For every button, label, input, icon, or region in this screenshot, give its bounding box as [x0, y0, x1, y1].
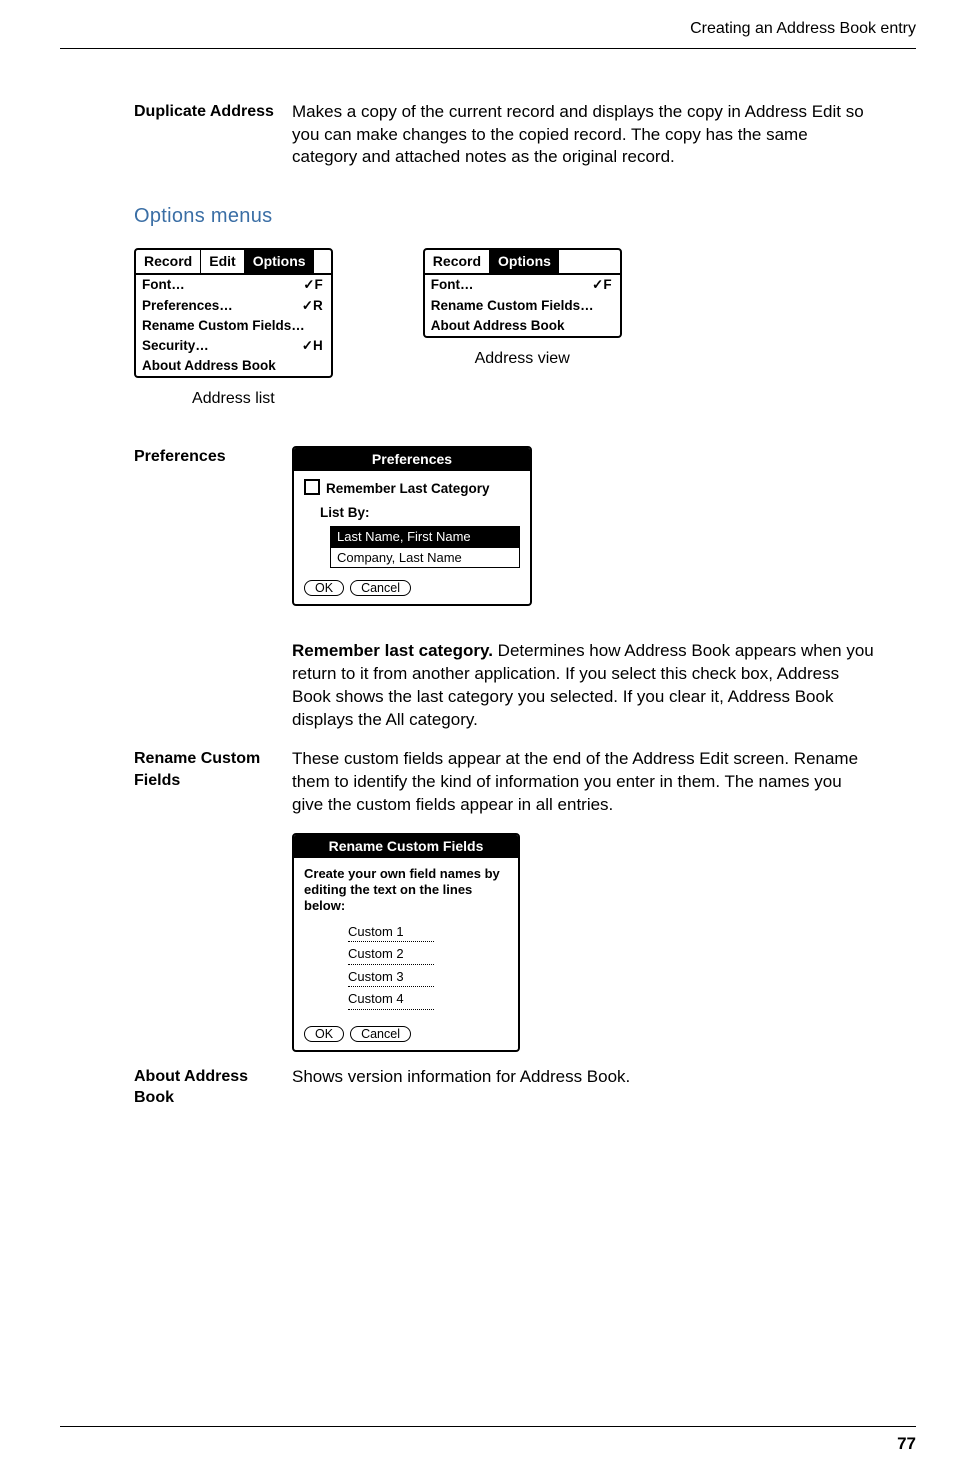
about-address-book-term: About Address Book — [134, 1066, 292, 1109]
menu-item-about-address-book[interactable]: About Address Book — [136, 356, 331, 376]
address-view-dropdown: Font… ✓F Rename Custom Fields… About Add… — [425, 273, 620, 336]
list-by-label: List By: — [320, 504, 520, 522]
menu-item-rename-custom-fields[interactable]: Rename Custom Fields… — [425, 296, 620, 316]
remember-last-category-checkbox[interactable] — [304, 479, 320, 495]
options-menus-figures: Record Edit Options Font… ✓F Preferences… — [134, 248, 874, 410]
remember-last-category-row: Remember last category. Determines how A… — [134, 640, 874, 732]
menu-options[interactable]: Options — [490, 250, 559, 273]
shortcut-stroke-icon: ✓ — [302, 298, 313, 313]
running-header: Creating an Address Book entry — [60, 18, 916, 49]
address-list-menubar: Record Edit Options Font… ✓F Preferences… — [134, 248, 333, 378]
rename-custom-fields-dialog: Rename Custom Fields Create your own fie… — [292, 833, 520, 1052]
rename-dialog-title: Rename Custom Fields — [294, 835, 518, 858]
address-view-menu-figure: Record Options Font… ✓F Rename Custom Fi… — [423, 248, 622, 410]
address-view-caption: Address view — [475, 348, 570, 370]
about-address-book-description: Shows version information for Address Bo… — [292, 1066, 874, 1109]
cancel-button[interactable]: Cancel — [350, 1026, 411, 1042]
menu-options[interactable]: Options — [245, 250, 314, 273]
about-address-book-row: About Address Book Shows version informa… — [134, 1066, 874, 1109]
menu-item-font[interactable]: Font… ✓F — [136, 275, 331, 295]
menu-item-preferences[interactable]: Preferences… ✓R — [136, 296, 331, 316]
menu-record[interactable]: Record — [136, 250, 201, 273]
ok-button[interactable]: OK — [304, 580, 344, 596]
menu-item-security[interactable]: Security… ✓H — [136, 336, 331, 356]
remember-last-category-bold: Remember last category. — [292, 641, 493, 660]
menu-record[interactable]: Record — [425, 250, 490, 273]
list-by-option-lastfirst[interactable]: Last Name, First Name — [331, 527, 519, 548]
remember-last-category-row[interactable]: Remember Last Category — [304, 479, 520, 498]
custom-field-4-input[interactable]: Custom 4 — [348, 990, 434, 1010]
menu-item-about-address-book[interactable]: About Address Book — [425, 316, 620, 336]
menu-item-font[interactable]: Font… ✓F — [425, 275, 620, 295]
menu-item-rename-custom-fields[interactable]: Rename Custom Fields… — [136, 316, 331, 336]
preferences-term: Preferences — [134, 446, 292, 606]
options-menus-heading: Options menus — [134, 203, 874, 230]
shortcut-stroke-icon: ✓ — [302, 338, 313, 353]
list-by-option-companylast[interactable]: Company, Last Name — [331, 548, 519, 568]
custom-field-2-input[interactable]: Custom 2 — [348, 945, 434, 965]
page-number: 77 — [897, 1434, 916, 1453]
preferences-dialog-title: Preferences — [294, 448, 530, 471]
rename-custom-fields-description: These custom fields appear at the end of… — [292, 748, 874, 817]
address-list-caption: Address list — [192, 388, 275, 410]
shortcut-stroke-icon: ✓ — [303, 277, 314, 292]
duplicate-address-term: Duplicate Address — [134, 101, 292, 170]
remember-last-category-description: Remember last category. Determines how A… — [292, 640, 874, 732]
cancel-button[interactable]: Cancel — [350, 580, 411, 596]
preferences-dialog: Preferences Remember Last Category List … — [292, 446, 532, 606]
custom-field-3-input[interactable]: Custom 3 — [348, 968, 434, 988]
custom-field-1-input[interactable]: Custom 1 — [348, 923, 434, 943]
address-list-menu-figure: Record Edit Options Font… ✓F Preferences… — [134, 248, 333, 410]
shortcut-stroke-icon: ✓ — [592, 277, 603, 292]
address-view-menubar: Record Options Font… ✓F Rename Custom Fi… — [423, 248, 622, 338]
menu-edit[interactable]: Edit — [201, 250, 244, 273]
duplicate-address-description: Makes a copy of the current record and d… — [292, 101, 874, 170]
preferences-row: Preferences Preferences Remember Last Ca… — [134, 446, 874, 606]
list-by-options: Last Name, First Name Company, Last Name — [330, 526, 520, 568]
remember-last-category-label: Remember Last Category — [326, 481, 490, 496]
ok-button[interactable]: OK — [304, 1026, 344, 1042]
duplicate-address-row: Duplicate Address Makes a copy of the cu… — [134, 101, 874, 170]
rename-custom-fields-term: Rename Custom Fields — [134, 748, 292, 1052]
address-list-dropdown: Font… ✓F Preferences… ✓R Rename Custom F… — [136, 273, 331, 376]
page-footer: 77 — [60, 1426, 916, 1456]
rename-custom-fields-row: Rename Custom Fields These custom fields… — [134, 748, 874, 1052]
rename-dialog-note: Create your own field names by editing t… — [304, 866, 508, 915]
